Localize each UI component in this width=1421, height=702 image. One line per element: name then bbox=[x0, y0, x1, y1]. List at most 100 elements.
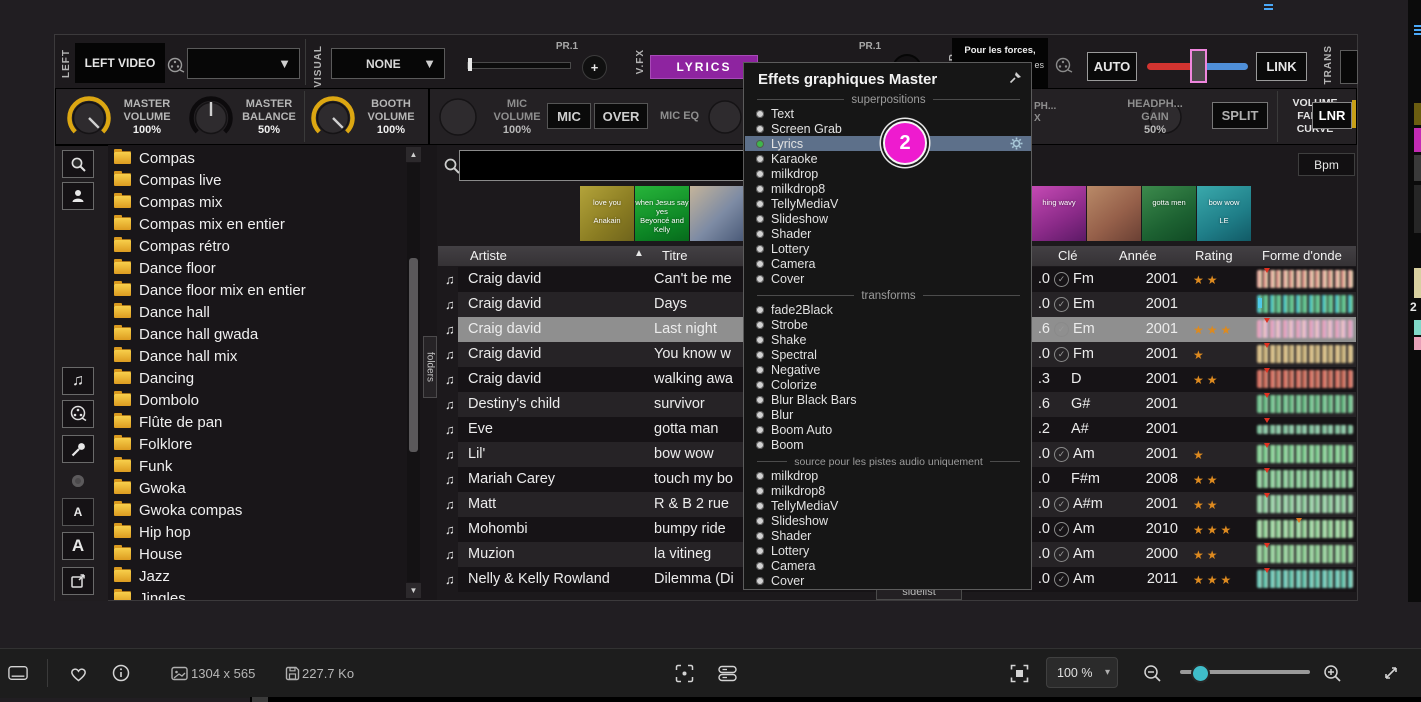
link-button[interactable]: LINK bbox=[1256, 52, 1307, 81]
text-large-icon[interactable]: A bbox=[62, 532, 94, 560]
tracklist-search-input[interactable] bbox=[459, 150, 765, 181]
pin-icon[interactable] bbox=[1008, 70, 1023, 85]
left-video-button[interactable]: LEFT VIDEO bbox=[75, 43, 165, 83]
effects-menu-item[interactable]: milkdrop bbox=[745, 468, 1031, 483]
ocr-text-actions-icon[interactable] bbox=[717, 663, 737, 683]
folder-item[interactable]: Jingles bbox=[108, 587, 437, 600]
visual-dropdown[interactable]: NONE ▼ bbox=[331, 48, 445, 79]
effects-menu-item[interactable]: Shake bbox=[745, 332, 1031, 347]
folder-item[interactable]: Flûte de pan bbox=[108, 411, 437, 433]
folder-item[interactable]: Dance hall mix bbox=[108, 345, 437, 367]
mic-eq-knob[interactable] bbox=[707, 99, 743, 135]
effects-menu-item[interactable]: TellyMediaV bbox=[745, 498, 1031, 513]
popout-window-icon[interactable] bbox=[62, 567, 94, 595]
folder-item[interactable]: Compas live bbox=[108, 169, 437, 191]
auto-button[interactable]: AUTO bbox=[1087, 52, 1137, 81]
info-icon[interactable] bbox=[111, 663, 131, 683]
effects-menu-item[interactable]: Camera bbox=[745, 256, 1031, 271]
effects-menu-item[interactable]: milkdrop8 bbox=[745, 483, 1031, 498]
preset-slider-handle[interactable] bbox=[468, 58, 472, 71]
zoom-slider-thumb[interactable] bbox=[1191, 664, 1210, 683]
folder-item[interactable]: Gwoka compas bbox=[108, 499, 437, 521]
effects-menu-item[interactable]: Slideshow bbox=[745, 513, 1031, 528]
folders-scroll-up[interactable]: ▲ bbox=[406, 147, 421, 162]
effects-menu-item[interactable]: Blur bbox=[745, 407, 1031, 422]
effects-menu-item[interactable]: Cover bbox=[745, 271, 1031, 286]
over-button[interactable]: OVER bbox=[594, 103, 648, 129]
visual-search-icon[interactable] bbox=[674, 663, 694, 683]
album-art-thumbnail[interactable]: bow wowLE bbox=[1197, 186, 1251, 241]
master-volume-knob[interactable] bbox=[66, 95, 112, 141]
effects-menu-item[interactable]: Spectral bbox=[745, 347, 1031, 362]
bpm-sort-button[interactable]: Bpm bbox=[1298, 153, 1355, 176]
folder-item[interactable]: Dombolo bbox=[108, 389, 437, 411]
folder-item[interactable]: House bbox=[108, 543, 437, 565]
zoom-in-icon[interactable] bbox=[1322, 663, 1342, 683]
effects-menu-item[interactable]: TellyMediaV bbox=[745, 196, 1031, 211]
friends-icon[interactable] bbox=[62, 182, 94, 210]
mic-volume-knob[interactable] bbox=[438, 97, 478, 137]
trans-button-clipped[interactable] bbox=[1340, 50, 1358, 84]
effects-menu-item[interactable]: Negative bbox=[745, 362, 1031, 377]
effects-menu-item[interactable]: fade2Black bbox=[745, 302, 1031, 317]
preset-slider-left[interactable] bbox=[467, 62, 571, 69]
effects-menu-item[interactable]: Blur Black Bars bbox=[745, 392, 1031, 407]
master-balance-knob[interactable] bbox=[188, 95, 234, 141]
folder-item[interactable]: Dancing bbox=[108, 367, 437, 389]
zoom-level-dropdown[interactable]: 100 % ▾ bbox=[1046, 657, 1118, 688]
effects-menu-item[interactable]: Text bbox=[745, 106, 1031, 121]
effects-menu-item[interactable]: Boom Auto bbox=[745, 422, 1031, 437]
effects-menu-item[interactable]: Camera bbox=[745, 558, 1031, 573]
folder-item[interactable]: Dance hall bbox=[108, 301, 437, 323]
booth-volume-knob[interactable] bbox=[310, 95, 356, 141]
album-art-thumbnail[interactable]: when Jesus say yesBeyoncé and Kelly bbox=[635, 186, 689, 241]
folder-item[interactable]: Jazz bbox=[108, 565, 437, 587]
folder-item[interactable]: Dance floor mix en entier bbox=[108, 279, 437, 301]
folder-item[interactable]: Funk bbox=[108, 455, 437, 477]
folders-splitter-tab[interactable]: folders bbox=[423, 336, 437, 398]
vfx-lyrics-button[interactable]: LYRICS bbox=[650, 55, 758, 79]
search-icon[interactable] bbox=[62, 150, 94, 178]
folder-item[interactable]: Dance floor bbox=[108, 257, 437, 279]
split-button[interactable]: SPLIT bbox=[1212, 102, 1268, 129]
effects-menu-item[interactable]: Colorize bbox=[745, 377, 1031, 392]
album-art-thumbnail[interactable] bbox=[1087, 186, 1141, 241]
album-art-thumbnail[interactable] bbox=[690, 186, 744, 241]
album-art-thumbnail[interactable]: love youAnakain bbox=[580, 186, 634, 241]
fit-to-window-icon[interactable] bbox=[1009, 663, 1029, 683]
crossfader-handle[interactable] bbox=[1190, 49, 1207, 83]
karaoke-mic-icon[interactable] bbox=[62, 435, 94, 463]
folder-item[interactable]: Dance hall gwada bbox=[108, 323, 437, 345]
filmstrip-toggle-icon[interactable] bbox=[8, 663, 28, 683]
left-video-source-dropdown[interactable]: ▼ bbox=[187, 48, 300, 79]
record-dot-icon[interactable] bbox=[72, 475, 84, 487]
video-reel-rail-icon[interactable] bbox=[62, 400, 94, 428]
mic-button[interactable]: MIC bbox=[547, 103, 591, 129]
album-art-thumbnail[interactable]: gotta men bbox=[1142, 186, 1196, 241]
fullscreen-icon[interactable] bbox=[1381, 663, 1401, 683]
lnr-button[interactable]: LNR bbox=[1312, 102, 1352, 129]
effects-menu-item[interactable]: Strobe bbox=[745, 317, 1031, 332]
effects-menu-item[interactable]: milkdrop8 bbox=[745, 181, 1031, 196]
gear-icon[interactable] bbox=[1010, 137, 1023, 150]
folders-scroll-down[interactable]: ▼ bbox=[406, 583, 421, 598]
effects-menu-item[interactable]: milkdrop bbox=[745, 166, 1031, 181]
folder-item[interactable]: Compas rétro bbox=[108, 235, 437, 257]
favorite-heart-icon[interactable] bbox=[68, 663, 88, 683]
folder-item[interactable]: Compas mix en entier bbox=[108, 213, 437, 235]
zoom-out-icon[interactable] bbox=[1142, 663, 1162, 683]
folders-scrollbar-thumb[interactable] bbox=[409, 258, 418, 452]
text-small-icon[interactable]: A bbox=[62, 498, 94, 526]
effects-menu-item[interactable]: Lottery bbox=[745, 543, 1031, 558]
folder-item[interactable]: Compas bbox=[108, 147, 437, 169]
music-icon[interactable]: ♫ bbox=[62, 367, 94, 395]
effects-menu-item[interactable]: Cover bbox=[745, 573, 1031, 588]
effects-menu-item[interactable]: Lottery bbox=[745, 241, 1031, 256]
effects-menu-item[interactable]: Shader bbox=[745, 226, 1031, 241]
album-art-thumbnail[interactable]: hing wavy bbox=[1032, 186, 1086, 241]
folder-item[interactable]: Gwoka bbox=[108, 477, 437, 499]
folder-item[interactable]: Compas mix bbox=[108, 191, 437, 213]
effects-menu-item[interactable]: Shader bbox=[745, 528, 1031, 543]
effects-menu-item[interactable]: Slideshow bbox=[745, 211, 1031, 226]
folder-item[interactable]: Hip hop bbox=[108, 521, 437, 543]
